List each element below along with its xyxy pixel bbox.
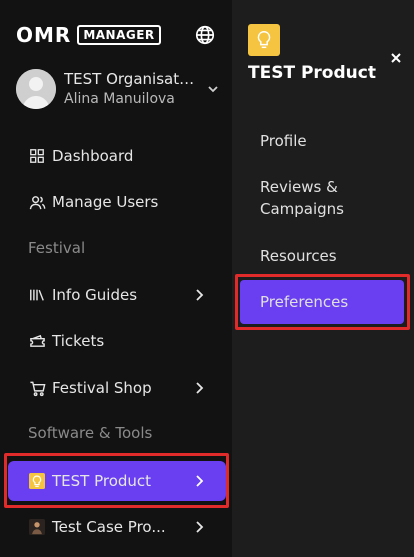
sidebar-item-label: Info Guides — [52, 286, 138, 304]
ticket-icon — [28, 332, 46, 350]
sidebar-item-festival-shop[interactable]: Festival Shop — [8, 368, 226, 408]
organisation-name: TEST Organisati... — [64, 70, 196, 88]
sidebar-item-manage-users[interactable]: Manage Users — [8, 182, 226, 222]
organisation-switcher[interactable]: TEST Organisati... Alina Manuilova — [16, 68, 222, 110]
grid-icon — [28, 147, 46, 165]
submenu-item-reviews-campaigns[interactable]: Reviews & Campaigns — [240, 176, 370, 220]
sidebar: OMR MANAGER TEST Organisati... Alina Man… — [0, 0, 232, 557]
panel-title: TEST Product — [248, 63, 376, 83]
topbar: OMR MANAGER — [16, 22, 216, 48]
chevron-right-icon — [196, 289, 204, 301]
highlight-outline — [235, 274, 410, 330]
lightbulb-icon — [248, 24, 280, 56]
users-icon — [28, 193, 46, 211]
sidebar-item-label: Manage Users — [52, 193, 159, 211]
sidebar-item-label: Festival Shop — [52, 379, 152, 397]
sidebar-item-test-case-product[interactable]: Test Case Pro... — [8, 507, 226, 547]
user-avatar-icon — [16, 69, 56, 109]
cart-icon — [28, 379, 46, 397]
sidebar-item-tickets[interactable]: Tickets — [8, 321, 226, 361]
product-avatar-icon — [28, 518, 46, 536]
chevron-down-icon — [208, 86, 218, 93]
product-submenu-panel: TEST Product Profile Reviews & Campaigns… — [232, 0, 414, 557]
section-label-festival: Festival — [28, 239, 86, 257]
sidebar-item-label: Test Case Pro... — [52, 518, 166, 536]
books-icon — [28, 286, 46, 304]
section-label-software-tools: Software & Tools — [28, 424, 153, 442]
close-icon[interactable] — [388, 50, 404, 66]
globe-icon[interactable] — [194, 24, 216, 46]
sidebar-item-label: Tickets — [52, 332, 105, 350]
chevron-right-icon — [196, 521, 204, 533]
sidebar-item-info-guides[interactable]: Info Guides — [8, 275, 226, 315]
chevron-right-icon — [196, 382, 204, 394]
sidebar-item-label: Dashboard — [52, 147, 134, 165]
brand-logo[interactable]: OMR — [16, 23, 71, 47]
submenu-item-profile[interactable]: Profile — [240, 130, 404, 152]
sidebar-item-dashboard[interactable]: Dashboard — [8, 136, 226, 176]
highlight-outline — [4, 453, 229, 508]
brand-logo-badge: MANAGER — [77, 25, 161, 45]
user-name: Alina Manuilova — [64, 91, 175, 107]
avatar — [16, 69, 56, 109]
submenu-item-resources[interactable]: Resources — [240, 245, 404, 267]
